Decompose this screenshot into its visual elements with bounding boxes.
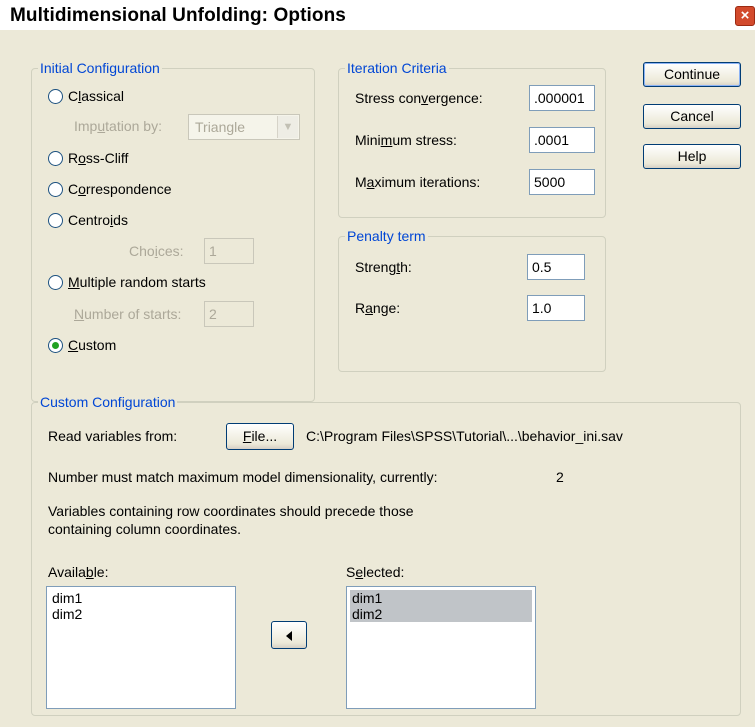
imputation-select[interactable]: Triangle ▼ xyxy=(188,114,300,140)
list-item[interactable]: dim2 xyxy=(50,606,232,622)
dimensionality-value: 2 xyxy=(556,469,564,485)
strength-label: Strength: xyxy=(355,259,412,275)
number-of-starts-input[interactable]: 2 xyxy=(204,301,254,327)
file-button[interactable]: File... xyxy=(226,423,294,450)
selected-listbox[interactable]: dim1 dim2 xyxy=(346,586,536,709)
move-left-button[interactable] xyxy=(271,621,307,649)
iteration-criteria-legend: Iteration Criteria xyxy=(345,60,449,76)
dialog-body: Initial Configuration Classical Imputati… xyxy=(0,30,755,727)
choices-label: Choices: xyxy=(129,243,184,259)
dimensionality-note: Number must match maximum model dimensio… xyxy=(48,469,438,485)
stress-convergence-label: Stress convergence: xyxy=(355,90,483,106)
order-note-line-2: containing column coordinates. xyxy=(48,521,242,537)
close-icon[interactable]: × xyxy=(735,6,755,26)
number-of-starts-label: Number of starts: xyxy=(74,306,182,322)
custom-configuration-legend: Custom Configuration xyxy=(38,394,178,410)
imputation-label: Imputation by: xyxy=(74,118,162,134)
maximum-iterations-label: Maximum iterations: xyxy=(355,174,481,190)
centroids-radio[interactable] xyxy=(48,213,63,228)
imputation-value: Triangle xyxy=(195,119,246,135)
arrow-left-icon xyxy=(286,631,292,641)
window-title: Multidimensional Unfolding: Options xyxy=(10,5,346,26)
cancel-button[interactable]: Cancel xyxy=(643,104,741,129)
list-item[interactable]: dim1 xyxy=(350,590,532,606)
available-listbox[interactable]: dim1 dim2 xyxy=(46,586,236,709)
list-item[interactable]: dim2 xyxy=(350,606,532,622)
list-item[interactable]: dim1 xyxy=(50,590,232,606)
correspondence-label: Correspondence xyxy=(68,181,172,197)
minimum-stress-input[interactable]: .0001 xyxy=(529,127,595,153)
ross-cliff-label: Ross-Cliff xyxy=(68,150,129,166)
strength-input[interactable]: 0.5 xyxy=(527,254,585,280)
range-label: Range: xyxy=(355,300,401,316)
range-input[interactable]: 1.0 xyxy=(527,295,585,321)
custom-label: Custom xyxy=(68,337,117,353)
chevron-down-icon: ▼ xyxy=(277,116,298,138)
read-variables-label: Read variables from: xyxy=(48,428,178,444)
order-note-line-1: Variables containing row coordinates sho… xyxy=(48,503,414,519)
available-label: Available: xyxy=(48,564,109,580)
initial-configuration-legend: Initial Configuration xyxy=(38,60,162,76)
ross-cliff-radio[interactable] xyxy=(48,151,63,166)
title-bar: Multidimensional Unfolding: Options × xyxy=(0,0,755,30)
choices-input[interactable]: 1 xyxy=(204,238,254,264)
classical-radio[interactable] xyxy=(48,89,63,104)
multiple-random-starts-radio[interactable] xyxy=(48,275,63,290)
centroids-label: Centroids xyxy=(68,212,128,228)
correspondence-radio[interactable] xyxy=(48,182,63,197)
classical-label: Classical xyxy=(68,88,125,104)
penalty-term-legend: Penalty term xyxy=(345,228,428,244)
custom-radio[interactable] xyxy=(48,338,63,353)
multiple-random-starts-label: Multiple random starts xyxy=(68,274,206,290)
maximum-iterations-input[interactable]: 5000 xyxy=(529,169,595,195)
selected-label: Selected: xyxy=(346,564,405,580)
file-path: C:\Program Files\SPSS\Tutorial\...\behav… xyxy=(306,428,623,444)
minimum-stress-label: Minimum stress: xyxy=(355,132,457,148)
stress-convergence-input[interactable]: .000001 xyxy=(529,85,595,111)
continue-button[interactable]: Continue xyxy=(643,62,741,87)
help-button[interactable]: Help xyxy=(643,144,741,169)
